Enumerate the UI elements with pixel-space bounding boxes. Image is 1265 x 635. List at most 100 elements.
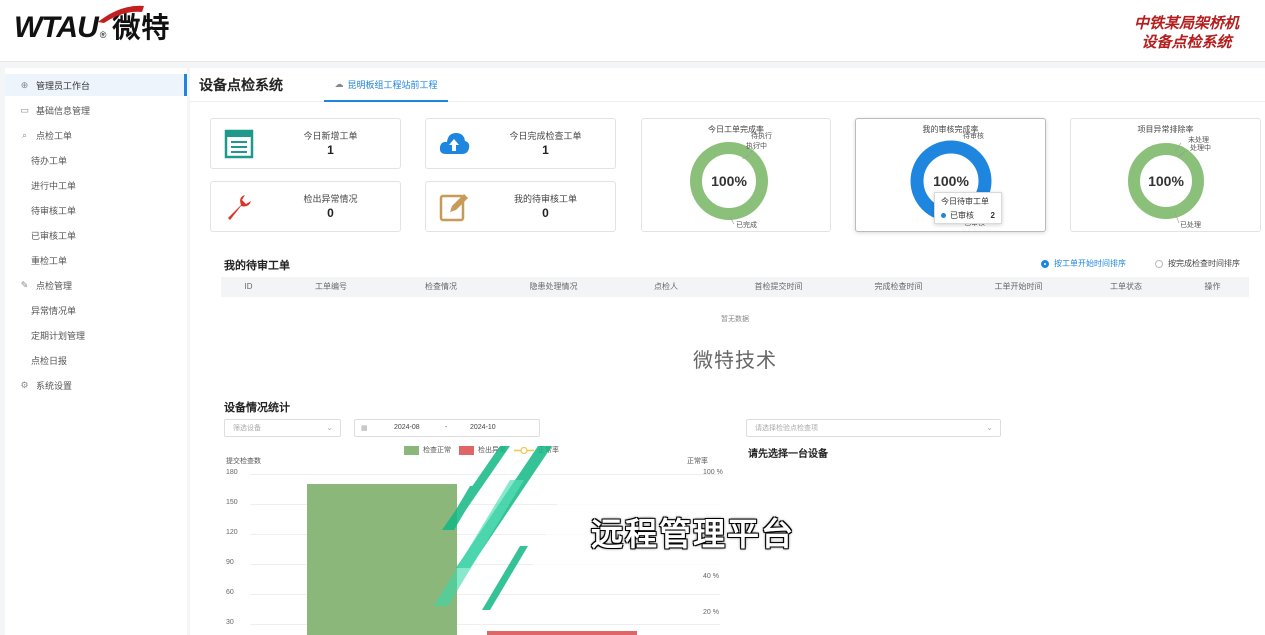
stat-card-my-pending-review[interactable]: 我的待审核工单 0 <box>425 181 616 232</box>
sort-label: 按完成检查时间排序 <box>1168 259 1240 268</box>
y-axis-left-title: 提交检查数 <box>226 458 261 465</box>
date-range-picker[interactable]: ▦ 2024-08 - 2024-10 <box>354 419 540 437</box>
stat-label: 今日完成检查工单 <box>509 131 582 141</box>
column-header: 完成检查时间 <box>874 282 923 291</box>
chevron-down-icon: ⌄ <box>986 423 993 432</box>
system-name: 中铁某局架桥机 设备点检系统 <box>1134 14 1239 52</box>
table-header: ID 工单编号 检查情况 隐患处理情况 点检人 首检提交时间 完成检查时间 工单… <box>221 277 1249 297</box>
tooltip-series-dot <box>941 213 946 218</box>
legend-item-rate[interactable]: 正常率 <box>514 445 559 455</box>
dashboard-icon: ⊕ <box>20 79 29 90</box>
brand-logo: WTAU ® 微特 <box>14 5 170 48</box>
donut-label: 待审核 <box>963 133 984 140</box>
donut-label: 已处理 <box>1180 222 1201 229</box>
sidebar-item-label: 基础信息管理 <box>36 105 91 116</box>
date-separator: - <box>445 424 448 431</box>
date-end: 2024-10 <box>470 424 496 431</box>
column-header: 隐患处理情况 <box>529 282 578 291</box>
gridline <box>250 474 720 475</box>
y-tick-label: 30 <box>226 619 234 626</box>
sort-by-complete-time[interactable]: 按完成检查时间排序 <box>1155 258 1240 269</box>
system-name-line1: 中铁某局架桥机 <box>1133 15 1239 32</box>
stat-card-abnormal[interactable]: 检出异常情况 0 <box>210 181 401 232</box>
empty-state: 暂无数据 <box>721 316 749 323</box>
device-select-placeholder: 筛选设备 <box>233 425 261 432</box>
legend-label: 检出异常 <box>478 447 506 454</box>
chevron-down-icon: ⌄ <box>326 423 333 432</box>
sidebar-item-daily-report[interactable]: 点检日报 <box>5 349 187 371</box>
stat-card-completed-orders[interactable]: 今日完成检查工单 1 <box>425 118 616 169</box>
bar-normal[interactable] <box>307 484 457 635</box>
top-bar: WTAU ® 微特 中铁某局架桥机 设备点检系统 <box>0 0 1265 62</box>
column-header: 操作 <box>1204 282 1221 291</box>
sidebar-item-periodic-plans[interactable]: 定期计划管理 <box>5 324 187 346</box>
gear-icon: ⚙ <box>20 379 29 390</box>
sidebar-item-in-progress-orders[interactable]: 进行中工单 <box>5 174 187 196</box>
stat-value: 1 <box>542 143 549 157</box>
form-list-icon <box>224 129 254 159</box>
sidebar-item-reviewed-orders[interactable]: 已审核工单 <box>5 224 187 246</box>
y-tick-label: 150 <box>226 499 238 506</box>
equipment-section-title: 设备情况统计 <box>224 402 290 414</box>
tab-project[interactable]: ☁ 昆明板组工程站前工程 <box>324 68 448 102</box>
pending-section-title: 我的待审工单 <box>224 260 290 272</box>
stat-card-new-orders[interactable]: 今日新增工单 1 <box>210 118 401 169</box>
bar-abnormal[interactable] <box>487 631 637 635</box>
tooltip-value: 2 <box>990 211 995 220</box>
sidebar-item-admin-workbench[interactable]: ⊕ 管理员工作台 <box>5 74 187 96</box>
legend-item-abnormal[interactable]: 检出异常 <box>459 445 506 455</box>
wrench-icon <box>228 195 251 220</box>
tab-project-label: 昆明板组工程站前工程 <box>347 79 438 90</box>
column-header: ID <box>244 282 253 291</box>
sidebar-item-inspection-orders[interactable]: ⌕ 点检工单 <box>5 124 187 146</box>
tooltip-series: 已审核 <box>950 211 974 220</box>
donut-card-today-completion[interactable]: 今日工单完成率 100% 待执行 执行中 已完成 <box>641 118 831 232</box>
y-axis-right-title: 正常率 <box>687 458 708 465</box>
column-header: 工单编号 <box>315 282 347 291</box>
sidebar-item-label: 系统设置 <box>36 380 73 391</box>
stat-value: 0 <box>542 206 549 220</box>
donut-label: 执行中 <box>746 143 767 150</box>
stat-value: 1 <box>327 143 334 157</box>
edit-document-icon <box>439 194 468 222</box>
column-header: 点检人 <box>654 282 678 291</box>
donut-percent: 100% <box>711 173 747 189</box>
legend-item-normal[interactable]: 检查正常 <box>404 445 451 455</box>
y-tick-label: 90 <box>226 559 234 566</box>
sidebar-item-todo-orders[interactable]: 待办工单 <box>5 149 187 171</box>
column-header: 首检提交时间 <box>754 282 803 291</box>
sidebar-item-label: 待办工单 <box>31 155 68 166</box>
cloud-upload-icon <box>439 133 470 154</box>
edit-icon: ✎ <box>20 279 29 290</box>
page-header: 设备点检系统 ☁ 昆明板组工程站前工程 <box>190 68 1265 102</box>
stat-label: 我的待审核工单 <box>513 194 577 204</box>
device-select[interactable]: 筛选设备 ⌄ <box>224 419 341 437</box>
registered-mark: ® <box>99 30 107 40</box>
sidebar-item-recheck-orders[interactable]: 重检工单 <box>5 249 187 271</box>
sidebar-item-label: 点检工单 <box>36 130 73 141</box>
sort-by-start-time[interactable]: 按工单开始时间排序 <box>1041 258 1126 269</box>
donut-card-my-review-completion[interactable]: 我的审核完成率 100% 待审核 已审核 今日待审工单 已审核 2 <box>855 118 1046 232</box>
radio-unchecked <box>1155 259 1163 268</box>
sidebar: ⊕ 管理员工作台 ▭ 基础信息管理 ⌕ 点检工单 待办工单 进行中工单 待审核工单 已… <box>5 68 187 635</box>
sidebar-item-label: 重检工单 <box>31 255 68 266</box>
sort-label: 按工单开始时间排序 <box>1054 259 1126 268</box>
stat-label: 检出异常情况 <box>303 194 358 204</box>
y-tick-label: 180 <box>226 469 238 476</box>
sidebar-item-label: 管理员工作台 <box>36 80 91 91</box>
sidebar-item-basic-info[interactable]: ▭ 基础信息管理 <box>5 99 187 121</box>
sidebar-item-label: 点检管理 <box>36 280 73 291</box>
sidebar-item-inspection-management[interactable]: ✎ 点检管理 <box>5 274 187 296</box>
folder-icon: ▭ <box>20 104 29 115</box>
legend-swatch <box>404 445 419 455</box>
stat-value: 0 <box>327 206 334 220</box>
system-name-line2: 设备点检系统 <box>1141 34 1232 51</box>
sidebar-item-pending-review-orders[interactable]: 待审核工单 <box>5 199 187 221</box>
sidebar-item-abnormal-reports[interactable]: 异常情况单 <box>5 299 187 321</box>
column-header: 检查情况 <box>425 282 457 291</box>
check-item-select[interactable]: 请选择检验点检查项 ⌄ <box>746 419 1001 437</box>
sidebar-item-label: 异常情况单 <box>31 305 77 316</box>
select-device-prompt: 请先选择一台设备 <box>748 449 828 460</box>
donut-card-abnormal-resolution[interactable]: 项目异常排除率 100% 未处理 处理中 已处理 <box>1070 118 1261 232</box>
sidebar-item-system-settings[interactable]: ⚙ 系统设置 <box>5 374 187 396</box>
